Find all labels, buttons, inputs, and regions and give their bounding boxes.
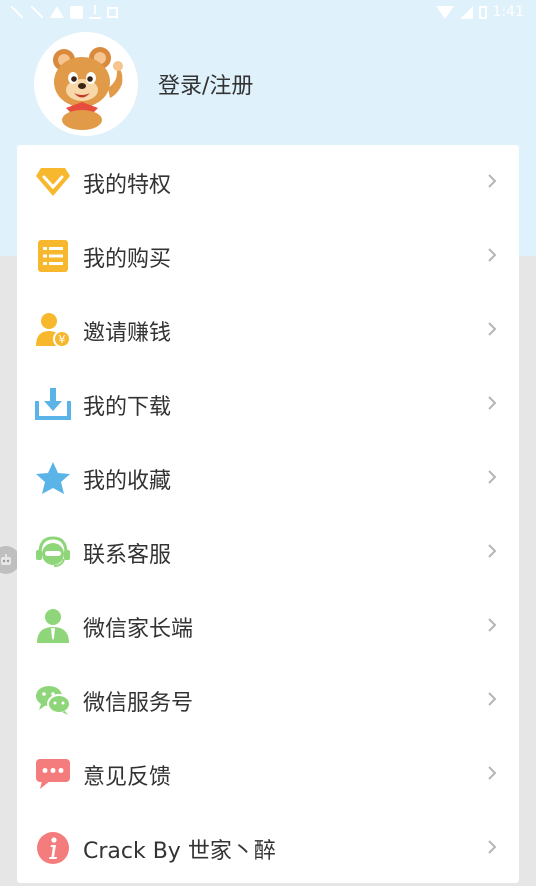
menu-item-wechat-service[interactable]: 微信服务号 bbox=[17, 663, 519, 737]
menu-item-downloads[interactable]: 我的下载 bbox=[17, 367, 519, 441]
svg-text:¥: ¥ bbox=[59, 333, 66, 346]
menu-item-label: 微信家长端 bbox=[83, 617, 194, 642]
menu-item-privileges[interactable]: 我的特权 bbox=[17, 145, 519, 219]
chevron-right-icon bbox=[488, 322, 497, 336]
wifi-icon bbox=[435, 5, 454, 19]
cell-signal-icon bbox=[459, 5, 473, 19]
avatar[interactable] bbox=[36, 34, 136, 134]
chevron-right-icon bbox=[488, 544, 497, 558]
chevron-right-icon bbox=[488, 766, 497, 780]
image-icon bbox=[70, 5, 83, 19]
list-icon bbox=[34, 237, 72, 275]
menu-item-label: 邀请赚钱 bbox=[83, 321, 172, 346]
diamond-icon bbox=[34, 163, 72, 201]
login-register-link[interactable]: 登录/注册 bbox=[158, 68, 253, 100]
chevron-right-icon bbox=[488, 174, 497, 188]
warning-icon bbox=[50, 6, 64, 18]
download-notification-icon bbox=[89, 5, 101, 19]
download-icon bbox=[34, 385, 72, 423]
chevron-right-icon bbox=[488, 248, 497, 262]
menu-item-label: 我的特权 bbox=[83, 173, 172, 198]
battery-icon bbox=[478, 5, 487, 19]
menu-item-label: Crack By 世家丶醉 bbox=[83, 839, 276, 864]
menu-item-label: 我的下载 bbox=[83, 395, 172, 420]
menu-item-label: 联系客服 bbox=[83, 543, 172, 568]
chevron-right-icon bbox=[488, 470, 497, 484]
app-notification-icon bbox=[107, 6, 118, 18]
person-icon bbox=[34, 607, 72, 645]
chevron-right-icon bbox=[488, 618, 497, 632]
status-bar: 1:41 bbox=[0, 0, 536, 26]
menu-item-favorites[interactable]: 我的收藏 bbox=[17, 441, 519, 515]
menu-item-purchases[interactable]: 我的购买 bbox=[17, 219, 519, 293]
chat-bubble-icon bbox=[34, 755, 72, 793]
service-icon bbox=[34, 533, 72, 571]
status-notifications bbox=[10, 5, 118, 19]
chevron-right-icon bbox=[488, 840, 497, 854]
menu-card: 我的特权 我的购买 ¥ 邀请赚钱 我的下载 我的收藏 联系客服 微信家长端 微信… bbox=[17, 145, 519, 883]
menu-item-customer-service[interactable]: 联系客服 bbox=[17, 515, 519, 589]
chevron-right-icon bbox=[488, 396, 497, 410]
user-coin-icon: ¥ bbox=[34, 311, 72, 349]
menu-item-wechat-parent[interactable]: 微信家长端 bbox=[17, 589, 519, 663]
no-signal-icon bbox=[10, 5, 24, 19]
menu-item-label: 意见反馈 bbox=[83, 765, 172, 790]
menu-item-feedback[interactable]: 意见反馈 bbox=[17, 737, 519, 811]
info-icon bbox=[34, 829, 72, 867]
status-time: 1:41 bbox=[492, 4, 524, 20]
wechat-icon bbox=[34, 681, 72, 719]
bear-mascot-icon bbox=[38, 36, 134, 132]
no-signal-icon bbox=[30, 5, 44, 19]
profile-header: 登录/注册 bbox=[36, 34, 253, 134]
star-icon bbox=[34, 459, 72, 497]
menu-item-label: 微信服务号 bbox=[83, 691, 194, 716]
chevron-right-icon bbox=[488, 692, 497, 706]
robot-icon bbox=[1, 554, 11, 565]
menu-item-about[interactable]: Crack By 世家丶醉 bbox=[17, 811, 519, 885]
menu-item-label: 我的收藏 bbox=[83, 469, 172, 494]
status-system: 1:41 bbox=[435, 4, 524, 20]
menu-item-label: 我的购买 bbox=[83, 247, 172, 272]
menu-item-invite-earn[interactable]: ¥ 邀请赚钱 bbox=[17, 293, 519, 367]
